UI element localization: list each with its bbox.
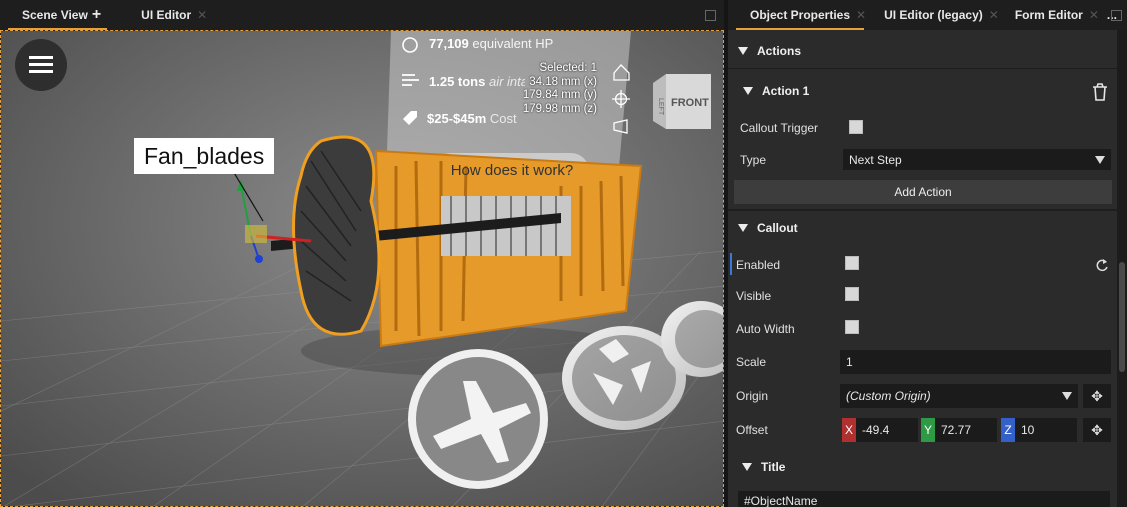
offset-y-input[interactable]: Y 72.77	[921, 418, 997, 442]
visible-checkbox[interactable]	[845, 287, 859, 301]
offset-x-input[interactable]: X -49.4	[842, 418, 918, 442]
tab-label: UI Editor	[141, 8, 192, 22]
divider	[728, 209, 1117, 211]
hamburger-icon	[29, 56, 53, 73]
section-callout[interactable]: Callout	[728, 221, 1117, 235]
properties-scrollbar[interactable]	[1117, 30, 1127, 507]
x-axis-tag: X	[842, 418, 856, 442]
tab-object-properties[interactable]: Object Properties ✕	[728, 0, 872, 30]
trash-icon[interactable]	[1092, 83, 1108, 101]
origin-select[interactable]: (Custom Origin)	[840, 384, 1078, 408]
close-icon[interactable]: ✕	[856, 8, 866, 22]
row-callout-trigger: Callout Trigger	[740, 121, 819, 135]
tab-label: Object Properties	[750, 8, 851, 22]
menu-button[interactable]	[15, 39, 67, 91]
offset-z-input[interactable]: Z 10	[1001, 418, 1077, 442]
tab-ui-editor-legacy[interactable]: UI Editor (legacy) ✕	[872, 0, 1005, 30]
maximize-icon[interactable]	[1111, 10, 1122, 21]
origin-move-icon[interactable]: ✥	[1083, 384, 1111, 408]
stat-hp: 77,109 equivalent HP	[429, 36, 554, 51]
z-axis-tag: Z	[1001, 418, 1015, 442]
title-input[interactable]: #ObjectName	[738, 491, 1110, 507]
maximize-icon[interactable]	[705, 10, 716, 21]
scene-tab-bar: Scene View + UI Editor ✕	[0, 0, 724, 30]
row-auto-width: Auto Width	[736, 322, 795, 336]
scene-viewport[interactable]: FRONT LEFT 77,109 equivalent HP 1.25 ton…	[0, 30, 724, 507]
tab-scene-view[interactable]: Scene View +	[0, 0, 115, 30]
tab-form-editor[interactable]: Form Editor ✕	[1005, 0, 1103, 30]
callout-label[interactable]: Fan_blades	[134, 138, 275, 174]
row-visible: Visible	[736, 289, 772, 303]
enabled-checkbox[interactable]	[845, 256, 859, 270]
reset-icon[interactable]	[1095, 258, 1109, 272]
chevron-down-icon	[1062, 392, 1072, 400]
type-select[interactable]: Next Step	[843, 149, 1111, 170]
add-icon[interactable]: +	[92, 6, 101, 24]
callout-trigger-checkbox[interactable]	[849, 120, 863, 134]
properties-tab-bar: Object Properties ✕ UI Editor (legacy) ✕…	[728, 0, 1127, 30]
view-cube-left: LEFT	[657, 98, 664, 116]
scrollbar-thumb[interactable]	[1119, 262, 1125, 372]
auto-width-checkbox[interactable]	[845, 320, 859, 334]
section-action-1[interactable]: Action 1	[728, 84, 1117, 98]
close-icon[interactable]: ✕	[989, 8, 999, 22]
collapse-icon[interactable]	[743, 87, 753, 95]
scene-canvas: FRONT LEFT	[1, 31, 723, 506]
close-icon[interactable]: ✕	[1089, 8, 1099, 22]
collapse-icon[interactable]	[738, 224, 748, 232]
how-does-it-work-button[interactable]: How does it work?	[437, 162, 587, 179]
section-title[interactable]: Title	[728, 460, 1117, 474]
y-axis-tag: Y	[921, 418, 935, 442]
object-properties-panel: Actions Action 1 Callout Trigger Type Ne…	[728, 30, 1117, 507]
tab-label: UI Editor (legacy)	[884, 8, 983, 22]
view-cube-front: FRONT	[671, 97, 709, 109]
tab-ui-editor[interactable]: UI Editor ✕	[115, 0, 221, 30]
tab-label: Scene View	[22, 8, 88, 22]
offset-move-icon[interactable]: ✥	[1083, 418, 1111, 442]
section-actions[interactable]: Actions	[728, 44, 1117, 58]
scale-input[interactable]: 1	[840, 350, 1111, 374]
tab-label: Form Editor	[1014, 8, 1083, 22]
row-enabled: Enabled	[736, 258, 781, 272]
view-cube[interactable]: FRONT LEFT	[653, 74, 711, 129]
selection-readout: Selected: 1 34.18 mm (x) 179.84 mm (y) 1…	[522, 62, 597, 115]
fan-blades	[292, 135, 381, 336]
step-disc-airplane	[408, 349, 548, 489]
divider	[728, 68, 1117, 69]
chevron-down-icon	[1095, 156, 1105, 164]
close-icon[interactable]: ✕	[197, 8, 207, 22]
add-action-button[interactable]: Add Action	[734, 180, 1112, 204]
collapse-icon[interactable]	[742, 463, 752, 471]
collapse-icon[interactable]	[738, 47, 748, 55]
